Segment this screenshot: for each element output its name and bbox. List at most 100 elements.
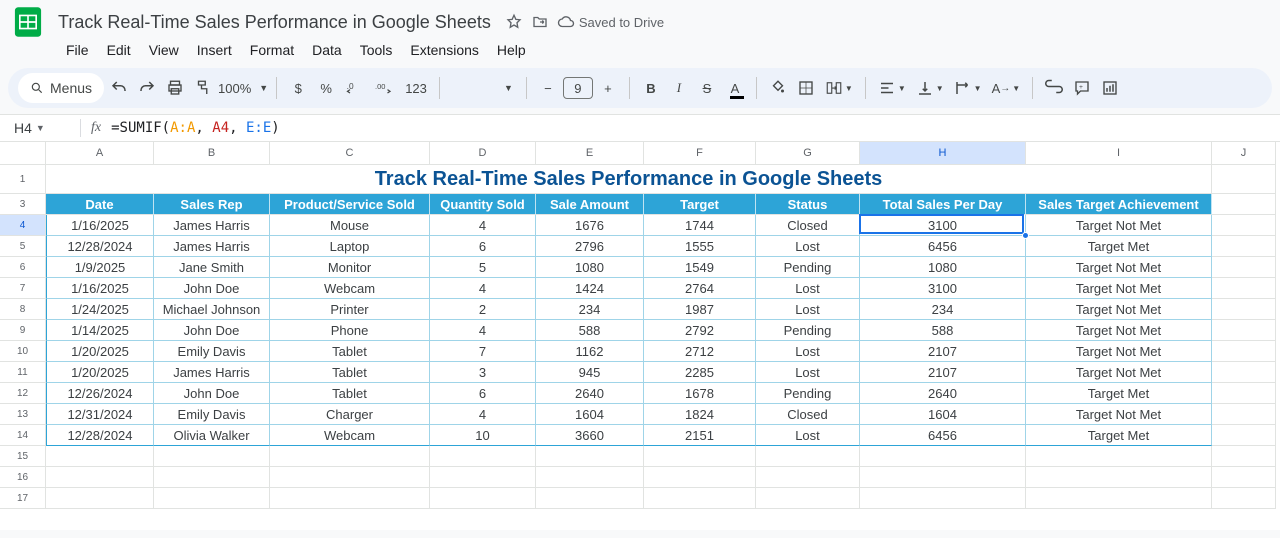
cell[interactable]: [860, 446, 1026, 467]
cell[interactable]: [756, 467, 860, 488]
cell[interactable]: [536, 446, 644, 467]
cell[interactable]: 1555: [644, 236, 756, 257]
cell[interactable]: [1212, 362, 1276, 383]
cell[interactable]: Pending: [756, 320, 860, 341]
cell[interactable]: Target Not Met: [1026, 278, 1212, 299]
row-headers[interactable]: 134567891011121314151617: [0, 165, 46, 509]
menu-edit[interactable]: Edit: [99, 38, 139, 62]
insert-comment-button[interactable]: +: [1069, 74, 1095, 102]
col-header-D[interactable]: D: [430, 142, 536, 165]
cell[interactable]: Lost: [756, 425, 860, 446]
cell[interactable]: John Doe: [154, 320, 270, 341]
cell[interactable]: Mouse: [270, 215, 430, 236]
cell[interactable]: Target Met: [1026, 236, 1212, 257]
text-rotation-button[interactable]: A→▼: [988, 74, 1025, 102]
cell[interactable]: 234: [536, 299, 644, 320]
format-currency-button[interactable]: $: [285, 74, 311, 102]
cell[interactable]: Webcam: [270, 425, 430, 446]
cell[interactable]: 12/26/2024: [46, 383, 154, 404]
row-header-4[interactable]: 4: [0, 215, 46, 236]
row-header-9[interactable]: 9: [0, 320, 46, 341]
horizontal-align-button[interactable]: ▼: [874, 74, 910, 102]
cell[interactable]: 7: [430, 341, 536, 362]
cell[interactable]: Quantity Sold: [430, 194, 536, 215]
menu-extensions[interactable]: Extensions: [402, 38, 486, 62]
cell[interactable]: Lost: [756, 278, 860, 299]
cell[interactable]: Lost: [756, 299, 860, 320]
cell[interactable]: Sale Amount: [536, 194, 644, 215]
cell[interactable]: 2796: [536, 236, 644, 257]
cell[interactable]: Sales Target Achievement: [1026, 194, 1212, 215]
cell[interactable]: [860, 488, 1026, 509]
cell[interactable]: 2285: [644, 362, 756, 383]
cell[interactable]: [1026, 446, 1212, 467]
cell[interactable]: Emily Davis: [154, 404, 270, 425]
cell[interactable]: 1604: [536, 404, 644, 425]
more-formats-button[interactable]: 123: [401, 74, 431, 102]
cell[interactable]: 1/16/2025: [46, 215, 154, 236]
cell[interactable]: 1080: [536, 257, 644, 278]
cell[interactable]: 12/28/2024: [46, 236, 154, 257]
font-size-input[interactable]: 9: [563, 77, 593, 99]
sheets-app-icon[interactable]: [8, 2, 48, 42]
cell[interactable]: Lost: [756, 236, 860, 257]
row-header-17[interactable]: 17: [0, 488, 46, 509]
cell[interactable]: Product/Service Sold: [270, 194, 430, 215]
cell[interactable]: 4: [430, 278, 536, 299]
cell[interactable]: 1549: [644, 257, 756, 278]
zoom-dropdown[interactable]: 100%▼: [218, 81, 268, 96]
cell[interactable]: 2792: [644, 320, 756, 341]
cell[interactable]: 1987: [644, 299, 756, 320]
cell[interactable]: [430, 488, 536, 509]
cell[interactable]: 1744: [644, 215, 756, 236]
cell[interactable]: Printer: [270, 299, 430, 320]
cell[interactable]: [154, 488, 270, 509]
cell[interactable]: [756, 446, 860, 467]
spreadsheet-grid[interactable]: ABCDEFGHIJ 134567891011121314151617 Trac…: [0, 142, 1280, 530]
cell[interactable]: [1212, 165, 1276, 194]
cell[interactable]: Pending: [756, 257, 860, 278]
sheet-title-cell[interactable]: Track Real-Time Sales Performance in Goo…: [46, 165, 1212, 194]
menu-data[interactable]: Data: [304, 38, 350, 62]
cell[interactable]: 4: [430, 215, 536, 236]
cell[interactable]: 2764: [644, 278, 756, 299]
cell[interactable]: 1162: [536, 341, 644, 362]
cell[interactable]: 1/20/2025: [46, 341, 154, 362]
cell[interactable]: [644, 446, 756, 467]
cell[interactable]: [270, 446, 430, 467]
move-icon[interactable]: [531, 13, 549, 31]
print-button[interactable]: [162, 74, 188, 102]
cell[interactable]: [1212, 383, 1276, 404]
cell[interactable]: 6: [430, 383, 536, 404]
cell[interactable]: 2: [430, 299, 536, 320]
cell[interactable]: 12/28/2024: [46, 425, 154, 446]
row-header-5[interactable]: 5: [0, 236, 46, 257]
column-headers[interactable]: ABCDEFGHIJ: [46, 142, 1276, 165]
cell[interactable]: 1676: [536, 215, 644, 236]
merge-cells-button[interactable]: ▼: [821, 74, 857, 102]
name-box[interactable]: H4▼: [0, 120, 70, 136]
font-family-dropdown[interactable]: ▼: [448, 76, 518, 100]
cell[interactable]: 1604: [860, 404, 1026, 425]
cell[interactable]: Closed: [756, 215, 860, 236]
cell[interactable]: [46, 488, 154, 509]
cell[interactable]: [644, 488, 756, 509]
strikethrough-button[interactable]: S: [694, 74, 720, 102]
cell[interactable]: 1/20/2025: [46, 362, 154, 383]
cell[interactable]: [1212, 467, 1276, 488]
cell[interactable]: 3660: [536, 425, 644, 446]
cell[interactable]: Tablet: [270, 362, 430, 383]
drive-status[interactable]: Saved to Drive: [557, 13, 664, 31]
cell[interactable]: 2640: [860, 383, 1026, 404]
cell[interactable]: [1212, 488, 1276, 509]
col-header-E[interactable]: E: [536, 142, 644, 165]
col-header-H[interactable]: H: [860, 142, 1026, 165]
menu-help[interactable]: Help: [489, 38, 534, 62]
cell[interactable]: Target Not Met: [1026, 257, 1212, 278]
menu-tools[interactable]: Tools: [352, 38, 401, 62]
cell[interactable]: 3100: [860, 278, 1026, 299]
cell[interactable]: [1212, 257, 1276, 278]
document-title[interactable]: Track Real-Time Sales Performance in Goo…: [54, 10, 495, 35]
cell[interactable]: Target Not Met: [1026, 320, 1212, 341]
cell[interactable]: 10: [430, 425, 536, 446]
